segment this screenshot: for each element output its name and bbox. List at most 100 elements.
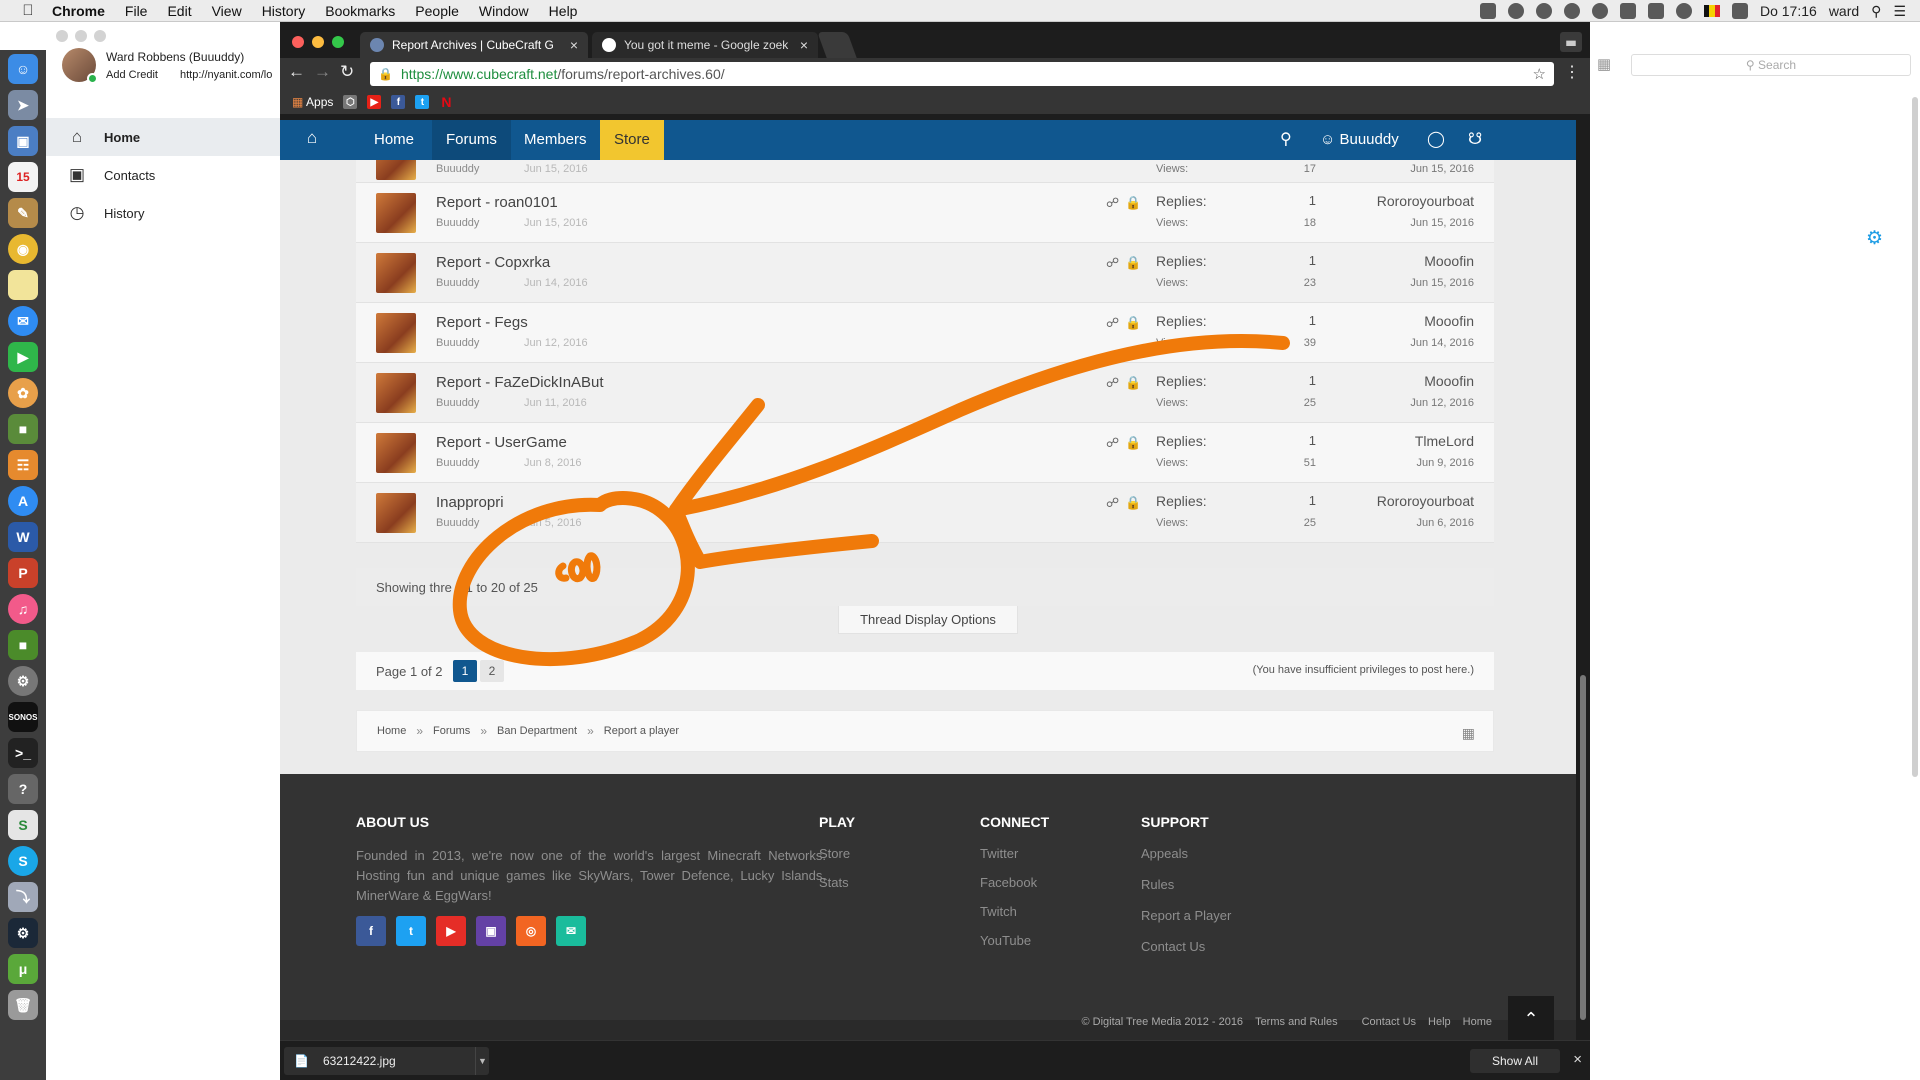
apple-icon[interactable]: : [14, 2, 42, 19]
thread-row[interactable]: Inappropri Buuuddy Jun 5, 2016 ☍ 🔒 Replies: Vi…: [356, 483, 1494, 543]
user-account[interactable]: ☺ Buuuddy: [1320, 120, 1399, 160]
notes-icon[interactable]: [8, 270, 38, 300]
menu-history[interactable]: History: [252, 3, 316, 19]
sheets-icon[interactable]: S: [8, 810, 38, 840]
nav-item-history[interactable]: ◷ History: [46, 194, 282, 232]
downloads-icon[interactable]: ⤵: [8, 882, 38, 912]
wifi-tray-icon[interactable]: [1675, 3, 1692, 19]
thread-author[interactable]: Buuuddy: [436, 163, 479, 175]
airplay-tray-icon[interactable]: [1619, 3, 1636, 19]
footer-link-facebook[interactable]: Facebook: [980, 875, 1037, 904]
last-post-date[interactable]: Jun 12, 2016: [1410, 397, 1474, 409]
thread-author[interactable]: Buuuddy: [436, 277, 479, 289]
footer-link-report-a-player[interactable]: Report a Player: [1141, 908, 1231, 939]
bottom-link-terms[interactable]: Terms and Rules: [1255, 1016, 1338, 1028]
footer-link-twitch[interactable]: Twitch: [980, 904, 1037, 933]
menu-window[interactable]: Window: [469, 3, 539, 19]
menu-app-name[interactable]: Chrome: [42, 3, 115, 19]
preview-icon[interactable]: ☍: [1106, 195, 1119, 211]
last-post-user[interactable]: TlmeLord: [1415, 433, 1474, 449]
minecraft-icon[interactable]: ■: [8, 414, 38, 444]
facebook-icon[interactable]: f: [356, 916, 386, 946]
avatar[interactable]: [376, 313, 416, 353]
profile-button[interactable]: ▃: [1560, 32, 1582, 52]
ibooks-icon[interactable]: ☶: [8, 450, 38, 480]
thread-author[interactable]: Buuuddy: [436, 397, 479, 409]
menu-edit[interactable]: Edit: [157, 3, 201, 19]
profile[interactable]: Ward Robbens (Buuuddy) Add Credit http:/…: [62, 48, 272, 84]
menu-view[interactable]: View: [202, 3, 252, 19]
footer-link-twitter[interactable]: Twitter: [980, 846, 1037, 875]
chevron-down-icon[interactable]: ▼: [475, 1047, 489, 1075]
breadcrumb-ban-department[interactable]: Ban Department: [497, 725, 577, 737]
new-tab-button[interactable]: [817, 32, 857, 58]
zoom-window-icon[interactable]: [332, 36, 344, 48]
bottom-link-help[interactable]: Help: [1428, 1016, 1451, 1028]
thread-title[interactable]: Report - roan0101: [436, 194, 558, 211]
appstore-icon[interactable]: A: [8, 486, 38, 516]
finder-icon[interactable]: ☺: [8, 54, 38, 84]
nav-home[interactable]: Home: [360, 120, 428, 160]
help-icon[interactable]: ?: [8, 774, 38, 804]
scrollbar-thumb[interactable]: [1580, 675, 1586, 1020]
user-menu[interactable]: ward: [1829, 3, 1859, 19]
word-icon[interactable]: W: [8, 522, 38, 552]
preview-icon[interactable]: ☍: [1106, 495, 1119, 511]
facebook-bookmark-icon[interactable]: f: [391, 95, 406, 109]
word-tray-icon[interactable]: [1479, 3, 1496, 19]
thread-row[interactable]: Report - Fegs Buuuddy Jun 12, 2016 ☍ 🔒 Replie…: [356, 303, 1494, 363]
avatar[interactable]: [376, 433, 416, 473]
steam-icon[interactable]: ⚙: [8, 918, 38, 948]
twitch-icon[interactable]: ▣: [476, 916, 506, 946]
thread-row[interactable]: Report - roan0101 Buuuddy Jun 15, 2016 ☍ 🔒 Re…: [356, 183, 1494, 243]
bottom-link-home[interactable]: Home: [1463, 1016, 1492, 1028]
last-post-date[interactable]: Jun 9, 2016: [1417, 457, 1475, 469]
youtube-bookmark-icon[interactable]: ▶: [367, 95, 382, 109]
thread-title[interactable]: Report - Fegs: [436, 314, 528, 331]
skype-icon[interactable]: S: [8, 846, 38, 876]
thread-author[interactable]: Buuuddy: [436, 337, 479, 349]
clock[interactable]: Do 17:16: [1760, 3, 1817, 19]
last-post-date[interactable]: Jun 14, 2016: [1410, 337, 1474, 349]
last-post-date[interactable]: Jun 6, 2016: [1417, 517, 1475, 529]
preview-icon[interactable]: ☍: [1106, 435, 1119, 451]
twitter-icon[interactable]: t: [396, 916, 426, 946]
menu-bookmarks[interactable]: Bookmarks: [315, 3, 405, 19]
grid-icon[interactable]: ▦: [1597, 55, 1611, 73]
apps-bookmark[interactable]: ▦ Apps: [292, 95, 333, 109]
tab-google-search[interactable]: You got it meme - Google zoek ×: [592, 32, 818, 58]
thread-row[interactable]: Buuuddy Jun 15, 2016 Views: 17 Jun 15, 2…: [356, 160, 1494, 183]
page-2-button[interactable]: 2: [480, 660, 504, 682]
scroll-to-top-button[interactable]: ⌃: [1508, 996, 1554, 1042]
notification-center-icon[interactable]: ☰: [1893, 3, 1906, 20]
last-post-user[interactable]: Mooofin: [1424, 313, 1474, 329]
preview-icon[interactable]: ☍: [1106, 255, 1119, 271]
thread-author[interactable]: Buuuddy: [436, 517, 479, 529]
nav-members[interactable]: Members: [510, 120, 601, 160]
preview-icon[interactable]: ▣: [8, 126, 38, 156]
play-tray-icon[interactable]: [1591, 3, 1608, 19]
volume-tray-icon[interactable]: [1647, 3, 1664, 19]
breadcrumb-report-a-player[interactable]: Report a player: [604, 725, 679, 737]
search-input[interactable]: ⚲ Search: [1631, 54, 1911, 76]
chat-icon[interactable]: ◯: [1427, 120, 1445, 160]
battery-tray-icon[interactable]: [1731, 3, 1748, 19]
thread-row[interactable]: Report - Copxrka Buuuddy Jun 14, 2016 ☍ 🔒 Rep…: [356, 243, 1494, 303]
bell-icon[interactable]: ☋: [1468, 120, 1482, 160]
youtube-icon[interactable]: ▶: [436, 916, 466, 946]
messages-icon[interactable]: ✉: [8, 306, 38, 336]
thread-title[interactable]: Inappropri: [436, 494, 504, 511]
thread-title[interactable]: Report - Copxrka: [436, 254, 550, 271]
itunes-icon[interactable]: ♫: [8, 594, 38, 624]
nav-forums[interactable]: Forums: [432, 120, 511, 160]
thread-author[interactable]: Buuuddy: [436, 457, 479, 469]
thread-row[interactable]: Report - FaZeDickInABut Buuuddy Jun 11, 20…: [356, 363, 1494, 423]
close-tab-icon[interactable]: ×: [570, 37, 578, 53]
zoom-window-icon[interactable]: [94, 30, 106, 42]
page-1-button[interactable]: 1: [453, 660, 477, 682]
close-window-icon[interactable]: [56, 30, 68, 42]
avatar[interactable]: [376, 493, 416, 533]
show-all-button[interactable]: Show All: [1470, 1049, 1560, 1073]
nav-item-contacts[interactable]: ▣ Contacts: [46, 156, 282, 194]
footer-link-rules[interactable]: Rules: [1141, 877, 1231, 908]
